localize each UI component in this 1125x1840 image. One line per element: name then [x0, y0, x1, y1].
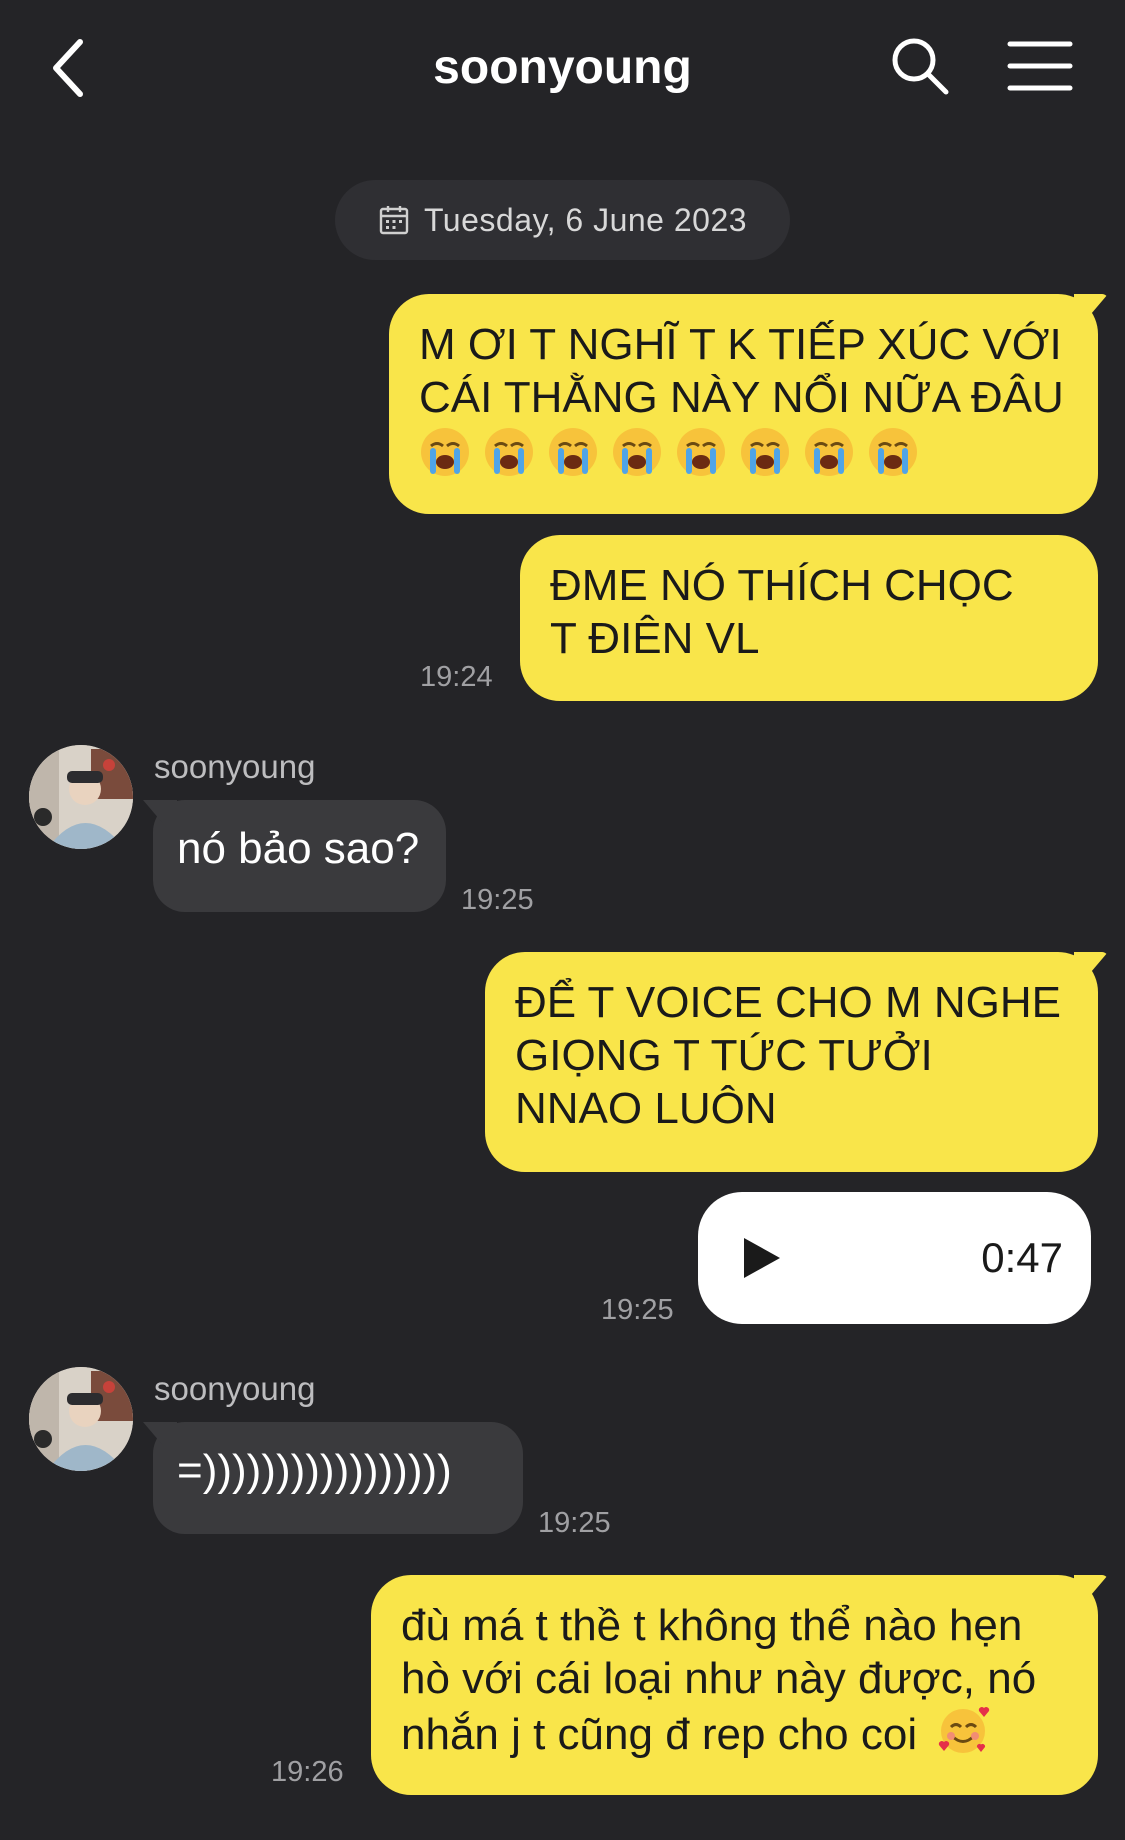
menu-button[interactable]: [1006, 34, 1074, 98]
loudly-crying-face-icon: [485, 428, 533, 476]
message-bubble-outgoing[interactable]: ĐME NÓ THÍCH CHỌC T ĐIÊN VL: [520, 535, 1098, 701]
loudly-crying-face-icon: [805, 428, 853, 476]
message-timestamp: 19:25: [601, 1294, 674, 1326]
play-button[interactable]: [734, 1232, 786, 1284]
voice-message[interactable]: 0:47: [698, 1192, 1091, 1324]
message-text: =))))))))))))))))): [177, 1446, 452, 1495]
message-text: ĐỂ T VOICE CHO M NGHE GIỌNG T TỨC TƯỞI N…: [515, 978, 1062, 1133]
message-bubble-outgoing[interactable]: ĐỂ T VOICE CHO M NGHE GIỌNG T TỨC TƯỞI N…: [485, 952, 1108, 1172]
message-timestamp: 19:26: [271, 1756, 344, 1788]
avatar[interactable]: [29, 1367, 133, 1471]
smiling-face-with-hearts-icon: [939, 1707, 990, 1753]
message-timestamp: 19:25: [461, 884, 534, 916]
search-icon: [892, 38, 949, 95]
search-button[interactable]: [888, 34, 952, 98]
loudly-crying-face-icon: [677, 428, 725, 476]
loudly-crying-face-icon: [741, 428, 789, 476]
message-timestamp: 19:24: [420, 661, 493, 693]
loudly-crying-face-icon: [869, 428, 917, 476]
bubble-tail: [1074, 952, 1108, 980]
message-bubble-outgoing[interactable]: đù má t thề t không thể nào hẹn hò với c…: [371, 1575, 1108, 1795]
loudly-crying-face-icon: [549, 428, 597, 476]
hamburger-menu-icon: [1007, 41, 1073, 91]
avatar[interactable]: [29, 745, 133, 849]
chat-title: soonyoung: [433, 41, 692, 94]
chat-header: soonyoung: [0, 0, 1125, 140]
chevron-left-icon: [53, 39, 83, 97]
loudly-crying-face-icon: [613, 428, 661, 476]
message-text: M ƠI T NGHĨ T K TIẾP XÚC VỚI CÁI THẰNG N…: [419, 320, 1064, 422]
bubble-tail: [143, 1422, 177, 1450]
voice-duration: 0:47: [981, 1234, 1063, 1281]
message-bubble-outgoing[interactable]: M ƠI T NGHĨ T K TIẾP XÚC VỚI CÁI THẰNG N…: [389, 294, 1108, 514]
date-label: Tuesday, 6 June 2023: [423, 201, 748, 238]
avatar-photo: [29, 745, 133, 849]
message-bubble-incoming[interactable]: nó bảo sao?: [143, 800, 446, 912]
avatar-photo: [29, 1367, 133, 1471]
back-button[interactable]: [40, 36, 96, 100]
message-timestamp: 19:25: [538, 1507, 611, 1539]
crying-emoji-row: [419, 426, 1068, 478]
sender-name: soonyoung: [154, 748, 316, 785]
calendar-icon: [379, 206, 409, 235]
message-text: nó bảo sao?: [177, 824, 420, 873]
date-separator: Tuesday, 6 June 2023: [335, 180, 790, 260]
sender-name: soonyoung: [154, 1370, 316, 1407]
bubble-tail: [1074, 1575, 1108, 1603]
bubble-tail: [143, 800, 177, 828]
message-bubble-incoming[interactable]: =))))))))))))))))): [143, 1422, 523, 1534]
bubble-tail: [1074, 294, 1108, 322]
message-text: ĐME NÓ THÍCH CHỌC T ĐIÊN VL: [550, 561, 1014, 663]
loudly-crying-face-icon: [421, 428, 469, 476]
play-icon: [744, 1238, 780, 1278]
